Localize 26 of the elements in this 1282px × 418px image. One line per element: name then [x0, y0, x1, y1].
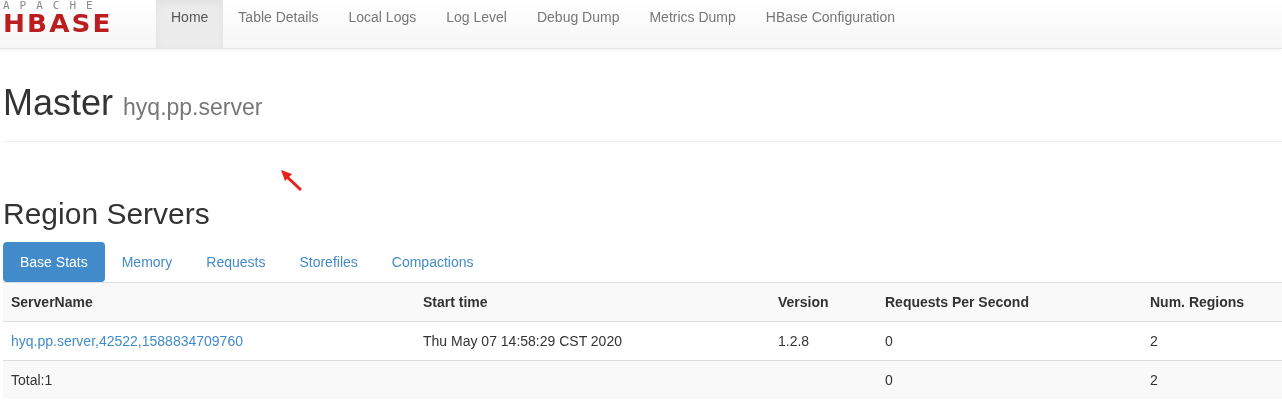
tab[interactable]: Storefiles [282, 242, 375, 282]
tab[interactable]: Requests [189, 242, 283, 282]
nav-link[interactable]: Metrics Dump [634, 0, 751, 48]
annotation-arrow [279, 168, 305, 194]
nav-link[interactable]: Log Level [431, 0, 522, 48]
nav-link[interactable]: Debug Dump [521, 0, 635, 48]
page-title: Master [3, 82, 114, 123]
column-header: Requests Per Second [877, 282, 1142, 322]
section-title: Region Servers [3, 196, 211, 232]
nav-link[interactable]: Table Details [223, 0, 334, 48]
table-cell: 2 [1142, 360, 1282, 399]
nav-link[interactable]: Local Logs [333, 0, 432, 48]
column-header: ServerName [3, 282, 415, 322]
host-name: hyq.pp.server [123, 94, 263, 120]
column-header: Version [770, 282, 877, 322]
hbase-logo[interactable]: APACHE HBASE [0, 0, 153, 48]
tab[interactable]: Compactions [374, 242, 491, 282]
table-cell: Total:1 [3, 360, 415, 399]
column-header: Num. Regions [1142, 282, 1282, 322]
tab[interactable]: Base Stats [3, 242, 105, 282]
server-link[interactable]: hyq.pp.server,42522,1588834709760 [11, 333, 243, 349]
column-header: Start time [415, 282, 770, 322]
nav-link[interactable]: Home [156, 0, 224, 48]
table-cell: 0 [877, 360, 1142, 399]
nav-link[interactable]: HBase Configuration [750, 0, 910, 48]
tab[interactable]: Memory [104, 242, 190, 282]
